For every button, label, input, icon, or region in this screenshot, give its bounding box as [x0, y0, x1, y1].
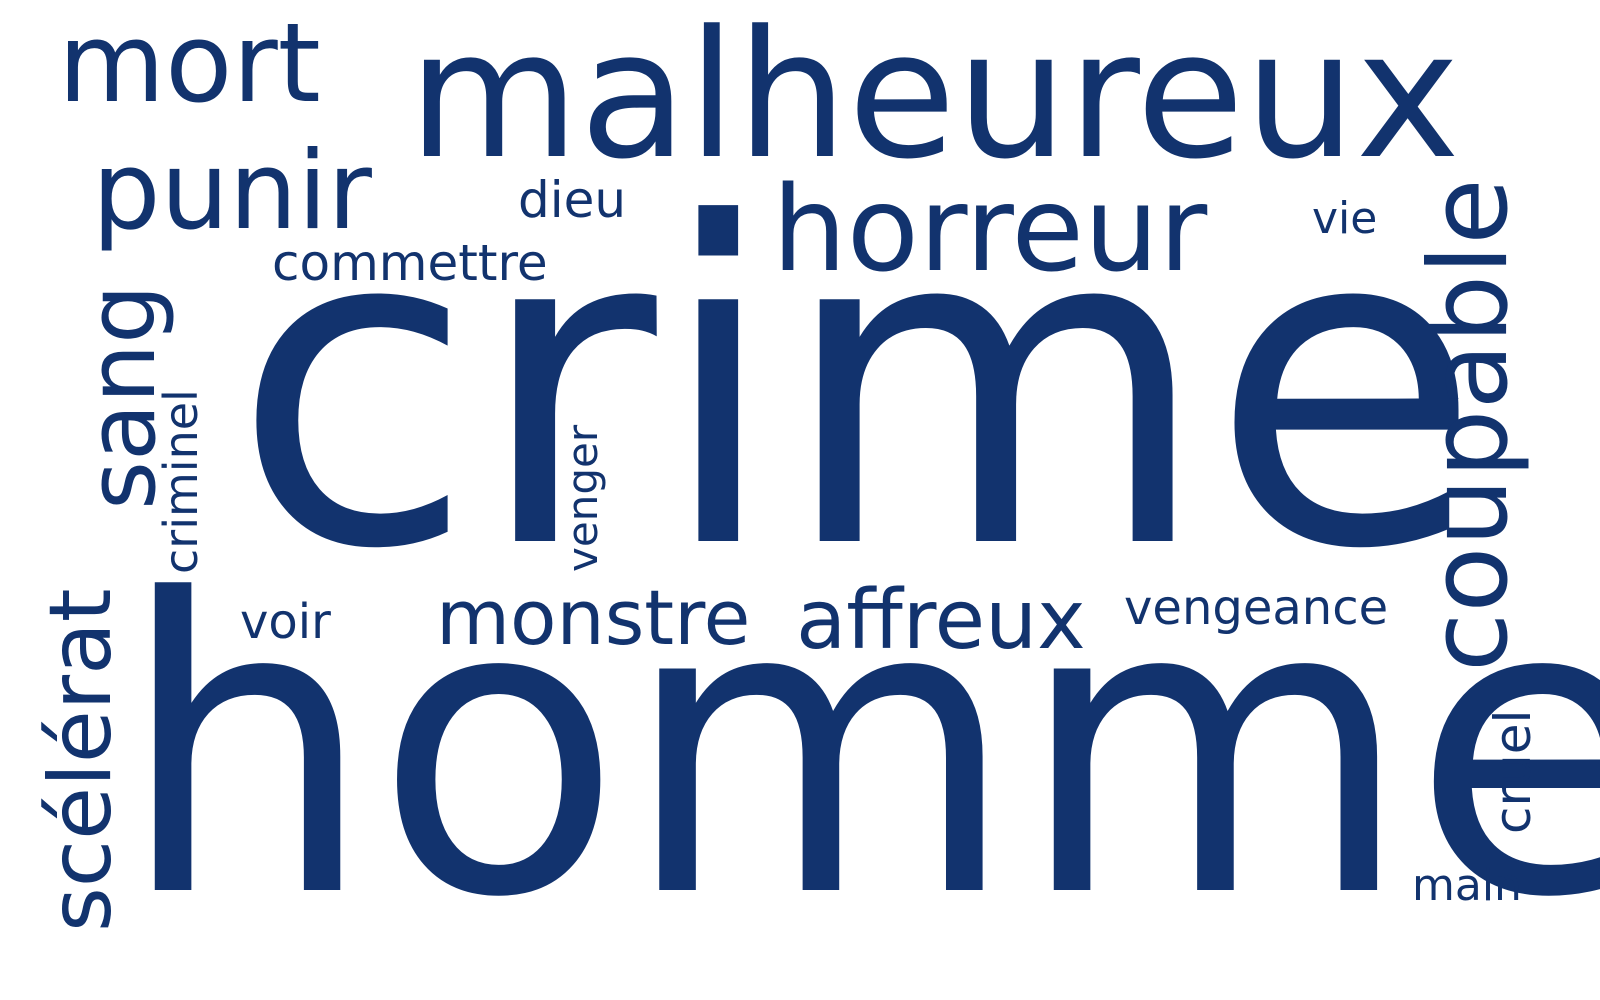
word-mort: mort	[58, 0, 321, 127]
word-coupable: coupable	[1407, 178, 1532, 672]
word-scelerat: scélérat	[31, 588, 131, 932]
word-criminel: criminel	[154, 389, 208, 574]
word-cloud: mort malheureux punir dieu horreur vie c…	[0, 0, 1600, 1000]
word-cruel: cruel	[1484, 709, 1542, 834]
word-homme: homme	[118, 514, 1600, 986]
word-main: main	[1412, 860, 1522, 911]
word-venger: venger	[558, 424, 607, 572]
